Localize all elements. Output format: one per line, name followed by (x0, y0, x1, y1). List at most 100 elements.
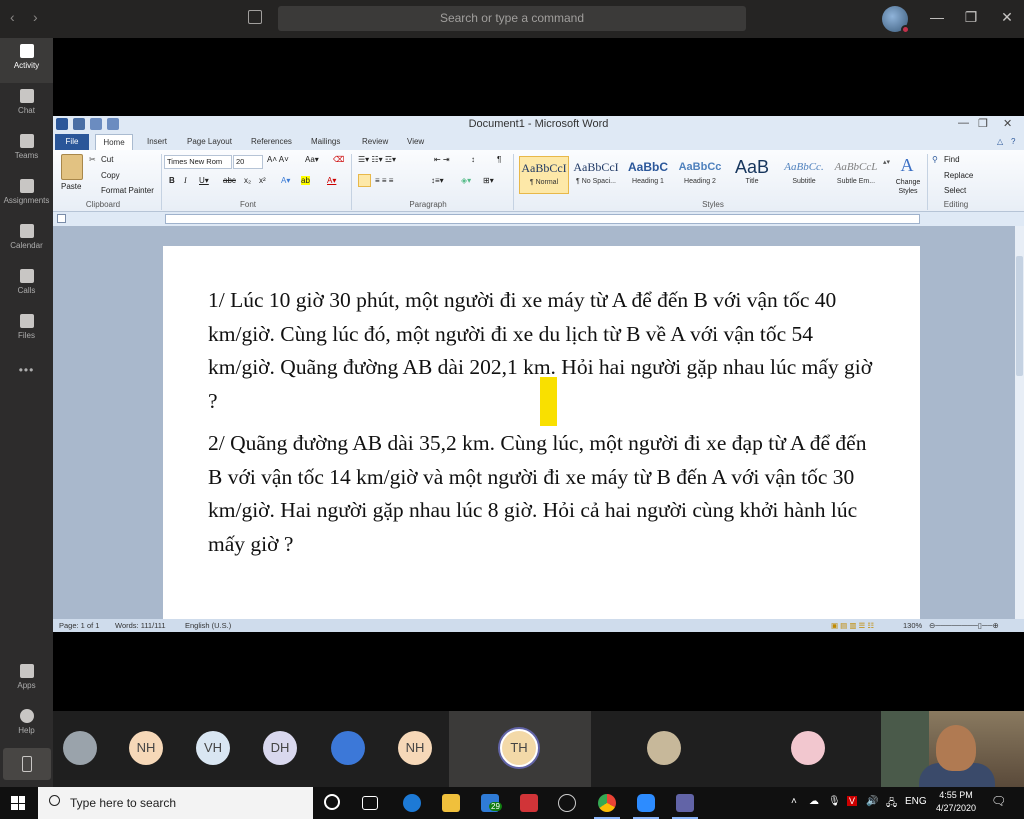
restore-button[interactable]: ❐ (961, 9, 981, 26)
participant-avatar[interactable] (647, 731, 681, 765)
replace-button[interactable]: Replace (944, 171, 973, 180)
word-restore-button[interactable]: ❐ (978, 117, 988, 130)
taskbar-search-input[interactable]: Type here to search (38, 787, 313, 819)
tab-file[interactable]: File (55, 134, 89, 150)
help-circle-icon[interactable]: ? (1011, 137, 1015, 146)
word-count[interactable]: Words: 111/111 (115, 621, 166, 630)
teams-app-icon[interactable] (672, 794, 698, 819)
volume-icon[interactable]: 🔊 (866, 796, 878, 807)
back-arrow-icon[interactable]: ‹ (10, 9, 15, 25)
tab-selector-icon[interactable] (57, 214, 66, 223)
highlight-icon[interactable]: ab (301, 176, 310, 185)
edge-icon[interactable] (403, 794, 421, 812)
italic-icon[interactable]: I (184, 176, 187, 185)
rail-item-teams[interactable]: Teams (0, 128, 53, 173)
copy-button[interactable]: Copy (101, 171, 120, 180)
sort-icon[interactable]: ↕ (471, 155, 475, 164)
font-color-icon[interactable]: A▾ (327, 176, 336, 185)
style-title[interactable]: AaB Title (727, 156, 777, 194)
tab-home[interactable]: Home (95, 134, 133, 150)
participant-avatar[interactable] (791, 731, 825, 765)
media-icon[interactable] (558, 794, 576, 812)
self-video-tile[interactable] (881, 711, 1024, 787)
find-button[interactable]: Find (944, 155, 960, 164)
store-icon[interactable] (520, 794, 538, 812)
subscript-icon[interactable]: x₂ (244, 176, 251, 185)
line-spacing-icon[interactable]: ↕≡▾ (431, 176, 444, 185)
font-name-select[interactable]: Times New Rom (164, 155, 232, 169)
word-close-button[interactable]: ✕ (1003, 117, 1012, 130)
participant-avatar[interactable]: VH (196, 731, 230, 765)
cortana-icon[interactable] (324, 794, 340, 810)
minimize-button[interactable]: — (927, 9, 947, 25)
tab-insert[interactable]: Insert (147, 137, 167, 146)
language-status[interactable]: English (U.S.) (185, 621, 231, 630)
more-apps-icon[interactable]: ••• (0, 363, 53, 408)
close-button[interactable]: ✕ (997, 9, 1017, 26)
clear-format-icon[interactable]: ⌫ (333, 155, 344, 164)
microphone-icon[interactable]: 🎙 (828, 796, 841, 807)
participant-avatar-active[interactable]: TH (500, 729, 538, 767)
view-buttons-icon[interactable]: ▣ ▤ ▥ ☰ ☷ (831, 621, 874, 630)
bullets-icon[interactable]: ☰▾ ☷▾ ☲▾ (358, 155, 396, 164)
scroll-thumb[interactable] (1016, 256, 1023, 376)
rail-item-files[interactable]: Files (0, 308, 53, 353)
device-button[interactable] (3, 748, 51, 780)
tray-chevron-icon[interactable]: ˄ (791, 796, 797, 807)
style-no-spacing[interactable]: AaBbCcI ¶ No Spaci... (571, 156, 621, 194)
show-marks-icon[interactable]: ¶ (497, 155, 501, 164)
new-chat-icon[interactable] (248, 10, 262, 24)
rail-item-help[interactable]: Help (0, 703, 53, 748)
style-normal[interactable]: AaBbCcI ¶ Normal (519, 156, 569, 194)
align-buttons-icon[interactable]: ≡ ≡ ≡ (375, 176, 393, 185)
rail-item-activity[interactable]: Activity (0, 38, 53, 83)
superscript-icon[interactable]: x² (259, 176, 266, 185)
taskbar-clock[interactable]: 4:55 PM 4/27/2020 (924, 789, 988, 815)
rail-item-chat[interactable]: Chat (0, 83, 53, 128)
onedrive-icon[interactable]: ☁ (809, 796, 819, 807)
task-view-icon[interactable] (362, 796, 378, 810)
text-effects-icon[interactable]: A▾ (281, 176, 290, 185)
indent-icon[interactable]: ⇤ ⇥ (434, 155, 450, 164)
vertical-scrollbar[interactable] (1015, 226, 1024, 619)
zoom-level[interactable]: 130% (903, 621, 922, 630)
horizontal-ruler[interactable] (165, 214, 920, 224)
format-painter-button[interactable]: Format Painter (101, 186, 154, 195)
cut-button[interactable]: Cut (101, 155, 113, 164)
change-case-icon[interactable]: Aa▾ (305, 155, 319, 164)
font-size-select[interactable]: 20 (233, 155, 263, 169)
word-minimize-button[interactable]: — (958, 117, 969, 129)
document-page[interactable]: 1/ Lúc 10 giờ 30 phút, một người đi xe m… (163, 246, 920, 619)
rail-item-apps[interactable]: Apps (0, 658, 53, 703)
participant-avatar[interactable]: NH (129, 731, 163, 765)
minimize-ribbon-icon[interactable]: △ (997, 137, 1003, 146)
bold-icon[interactable]: B (169, 176, 175, 185)
style-heading-1[interactable]: AaBbC Heading 1 (623, 156, 673, 194)
chrome-icon[interactable] (594, 794, 620, 819)
grow-font-icon[interactable]: A˄ A˅ (267, 155, 289, 164)
zoom-app-icon[interactable] (633, 794, 659, 819)
rail-item-assignments[interactable]: Assignments (0, 173, 53, 218)
style-subtitle[interactable]: AaBbCc. Subtitle (779, 156, 829, 194)
change-styles-button[interactable]: Change Styles (891, 178, 925, 196)
participant-avatar[interactable] (63, 731, 97, 765)
forward-arrow-icon[interactable]: › (33, 9, 38, 25)
style-subtle-emphasis[interactable]: AaBbCcL Subtle Em... (831, 156, 881, 194)
tab-review[interactable]: Review (362, 137, 388, 146)
page-count[interactable]: Page: 1 of 1 (59, 621, 99, 630)
paste-icon[interactable] (61, 154, 83, 180)
antivirus-icon[interactable]: V (847, 796, 858, 806)
rail-item-calls[interactable]: Calls (0, 263, 53, 308)
borders-icon[interactable]: ⊞▾ (483, 176, 494, 185)
participant-avatar[interactable]: NH (398, 731, 432, 765)
participant-avatar[interactable] (331, 731, 365, 765)
change-styles-icon[interactable]: A (896, 155, 918, 175)
style-heading-2[interactable]: AaBbCc Heading 2 (675, 156, 725, 194)
tab-view[interactable]: View (407, 137, 424, 146)
zoom-slider[interactable]: ⊖────────▯──⊕ (929, 621, 999, 630)
mail-icon[interactable]: 29 (481, 794, 502, 812)
tab-references[interactable]: References (251, 137, 292, 146)
align-left-icon[interactable] (358, 174, 371, 187)
windows-start-icon[interactable] (11, 796, 25, 810)
user-avatar[interactable] (882, 6, 910, 34)
